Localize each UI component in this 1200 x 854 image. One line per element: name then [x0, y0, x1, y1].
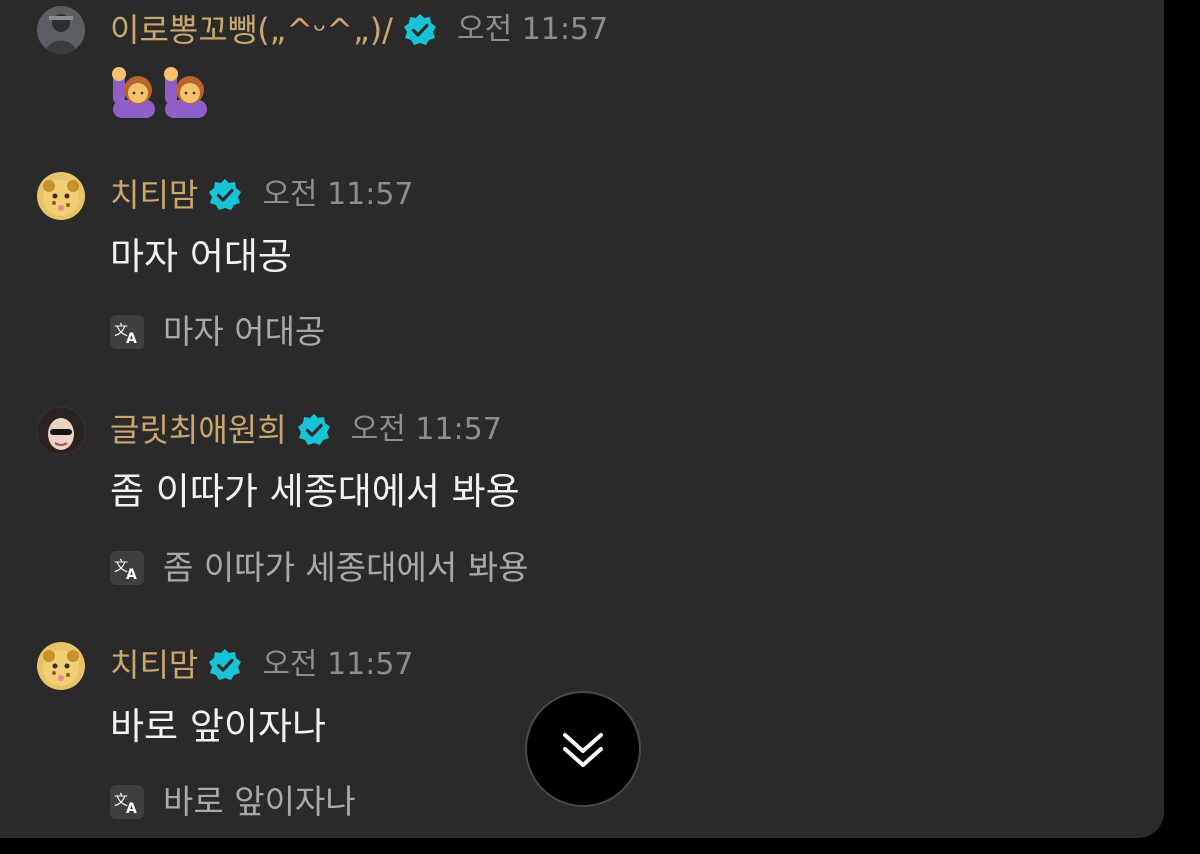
message-text: 마자 어대공	[110, 235, 292, 278]
svg-text:A: A	[126, 331, 137, 347]
message-header: 이로뽕꼬뺑(„^ᵕ^„)/ 오전 11:57	[110, 8, 608, 52]
message-header: 치티맘 오전 11:57	[110, 173, 414, 217]
translation-text: 바로 앞이자나	[163, 782, 356, 821]
verified-badge-icon	[297, 414, 330, 445]
username[interactable]: 글릿최애원희	[110, 408, 287, 452]
message-header: 치티맘 오전 11:57	[110, 643, 414, 687]
translate-icon[interactable]: 文 A	[110, 315, 144, 349]
timestamp: 오전 11:57	[350, 412, 502, 447]
message-text: 바로 앞이자나	[110, 705, 327, 748]
svg-text:A: A	[126, 801, 137, 817]
raising-hand-emoji	[164, 67, 207, 118]
svg-text:A: A	[126, 567, 137, 583]
avatar[interactable]	[37, 642, 85, 690]
verified-badge-icon	[209, 179, 242, 210]
avatar[interactable]	[37, 6, 85, 54]
double-chevron-down-icon	[563, 733, 603, 767]
translation-row: 文 A 마자 어대공	[110, 312, 325, 352]
translation-row: 文 A 좀 이따가 세종대에서 봐용	[110, 548, 528, 588]
translate-icon[interactable]: 文 A	[110, 551, 144, 585]
emoji-row	[110, 66, 210, 118]
avatar[interactable]	[37, 172, 85, 220]
verified-badge-icon	[209, 649, 242, 680]
verified-badge-icon	[403, 14, 436, 45]
message-header: 글릿최애원희 오전 11:57	[110, 408, 502, 452]
timestamp: 오전 11:57	[456, 12, 609, 47]
username[interactable]: 이로뽕꼬뺑(„^ᵕ^„)/	[110, 8, 393, 52]
timestamp: 오전 11:57	[262, 177, 414, 212]
avatar[interactable]	[37, 407, 85, 455]
username[interactable]: 치티맘	[110, 643, 198, 687]
translate-icon[interactable]: 文 A	[110, 785, 144, 819]
scroll-to-bottom-button[interactable]	[525, 691, 641, 807]
translation-text: 좀 이따가 세종대에서 봐용	[163, 548, 529, 587]
translation-text: 마자 어대공	[163, 312, 326, 351]
message-text: 좀 이따가 세종대에서 봐용	[110, 470, 520, 513]
username[interactable]: 치티맘	[110, 173, 198, 217]
timestamp: 오전 11:57	[262, 647, 414, 682]
translation-row: 文 A 바로 앞이자나	[110, 782, 356, 822]
raising-hand-emoji	[112, 67, 155, 118]
